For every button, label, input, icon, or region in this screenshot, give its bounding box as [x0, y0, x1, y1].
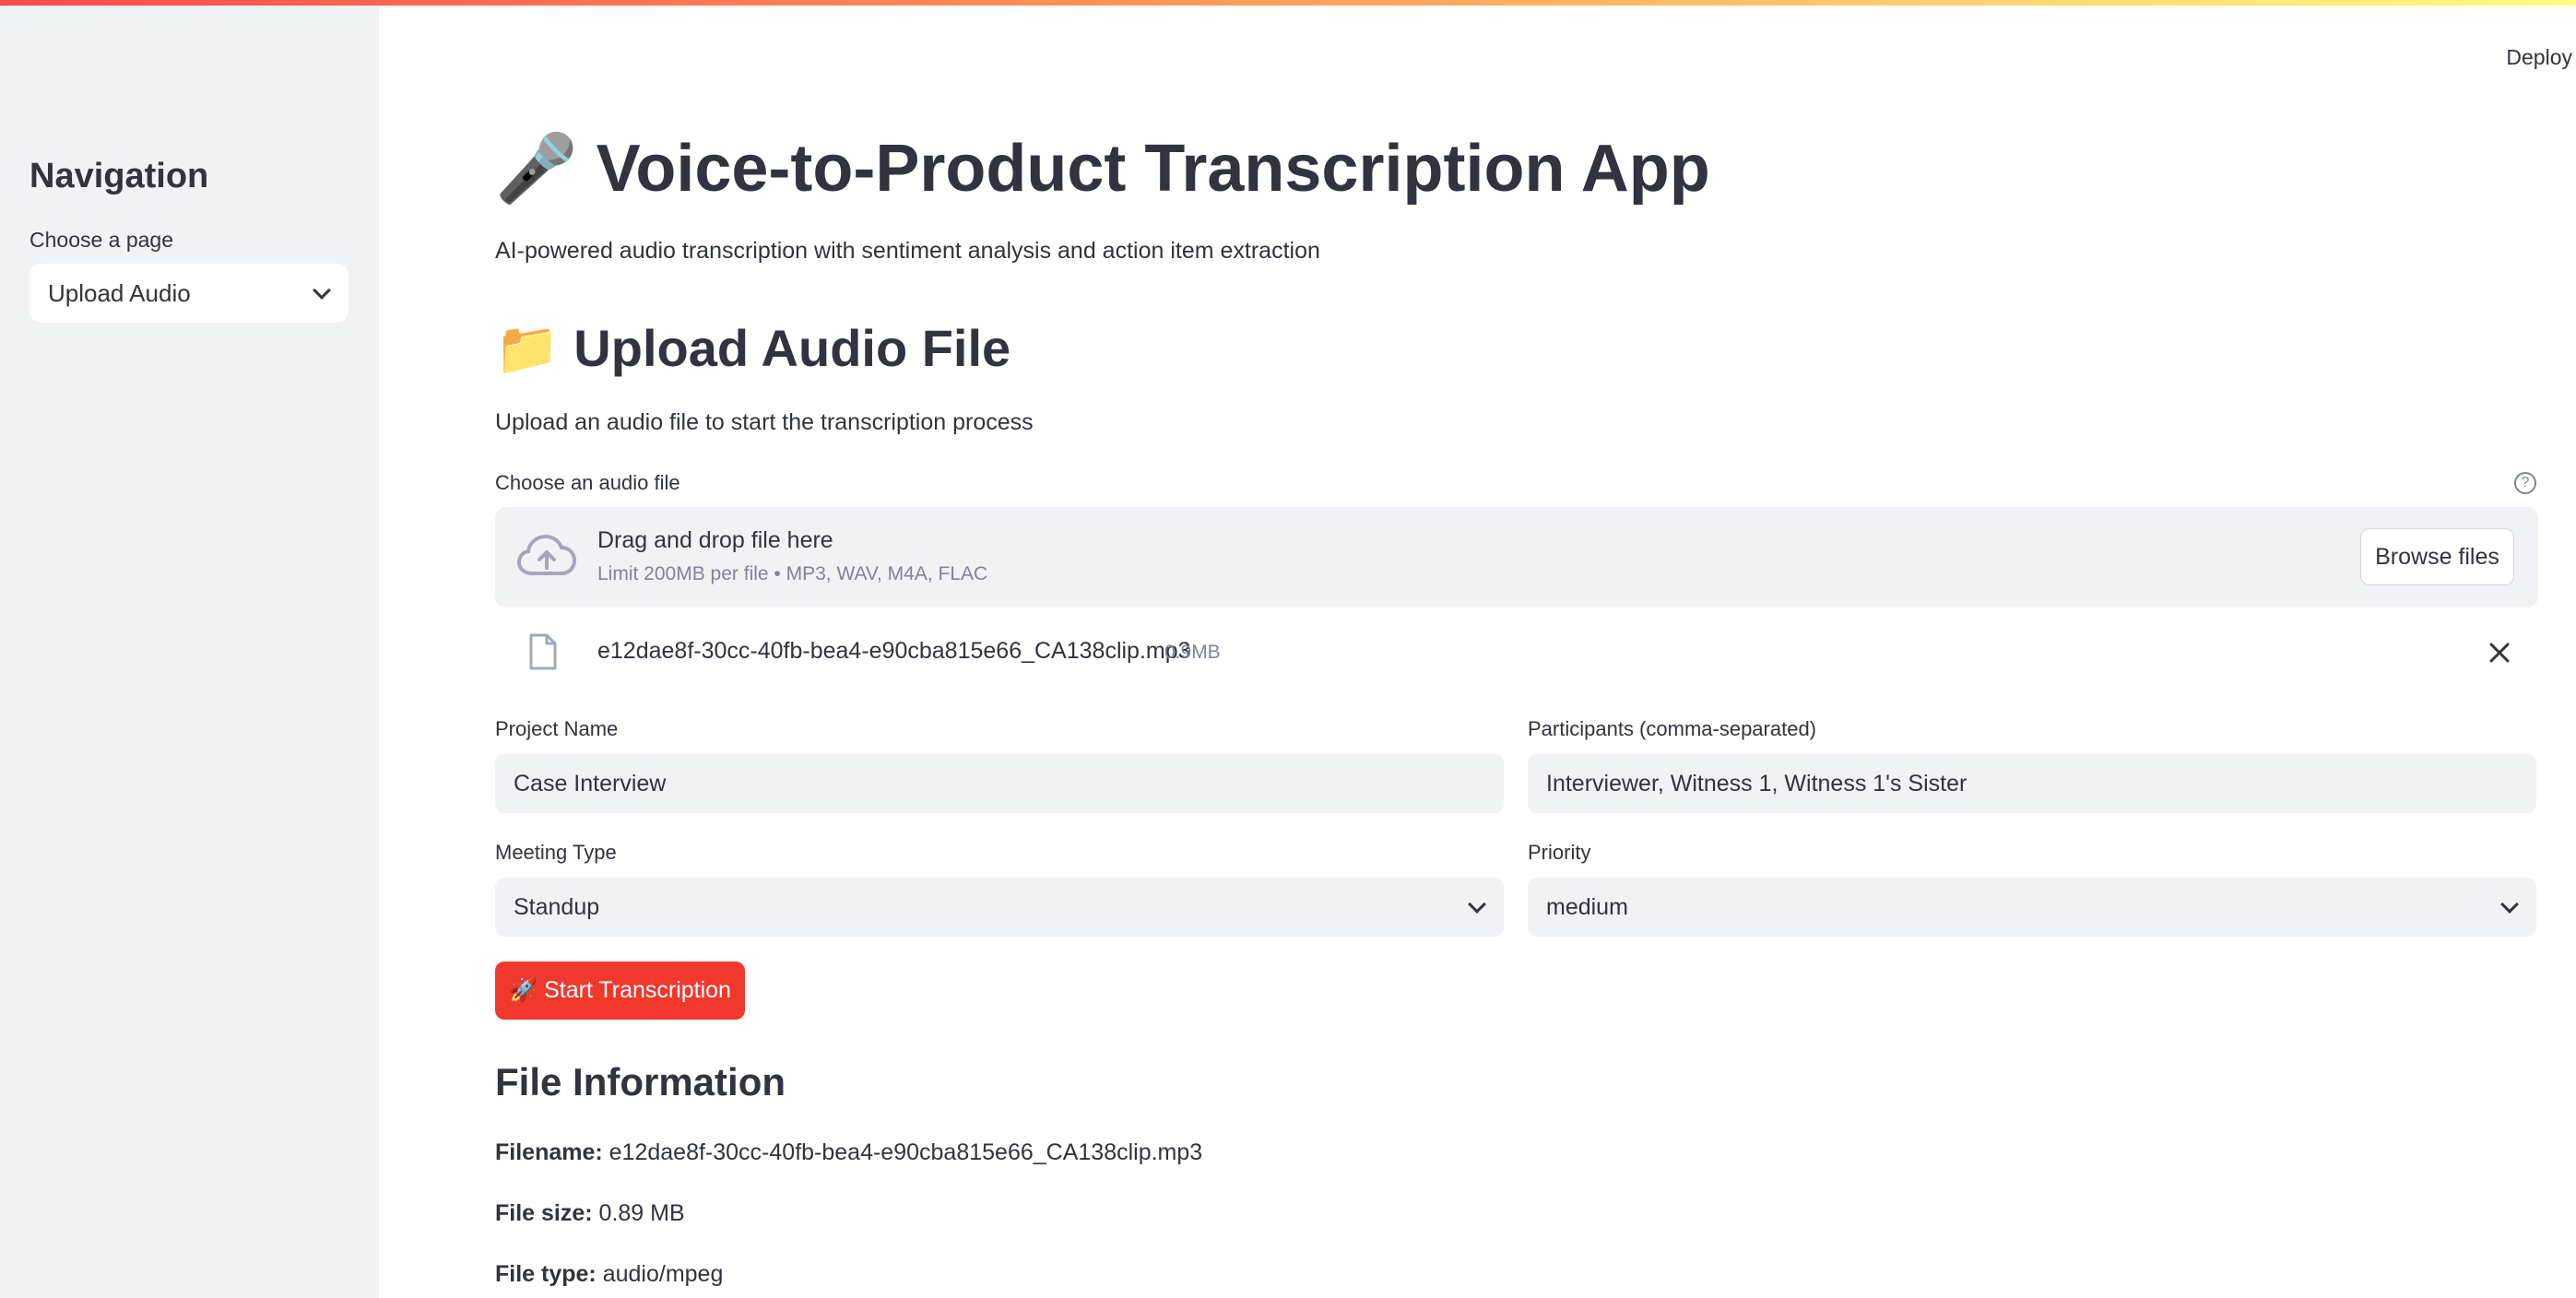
file-dropzone[interactable]: Drag and drop file here Limit 200MB per … [495, 507, 2538, 608]
filesize-info: File size: 0.89 MB [495, 1200, 685, 1227]
meeting-type-value: Standup [514, 893, 600, 920]
uploaded-file-name: e12dae8f-30cc-40fb-bea4-e90cba815e66_CA1… [597, 638, 1191, 664]
filesize-value: 0.89 MB [598, 1200, 685, 1226]
priority-select[interactable]: medium [1528, 878, 2536, 937]
participants-input[interactable]: Interviewer, Witness 1, Witness 1's Sist… [1528, 754, 2536, 813]
sidebar: Navigation Choose a page Upload Audio [0, 0, 379, 1298]
filetype-value: audio/mpeg [602, 1261, 724, 1287]
chevron-down-icon [2500, 895, 2519, 914]
dropzone-limit: Limit 200MB per file • MP3, WAV, M4A, FL… [597, 563, 988, 584]
filesize-label: File size: [495, 1200, 593, 1226]
uploaded-file-size: 0.9MB [1164, 642, 1221, 663]
page-title-text: Voice-to-Product Transcription App [596, 132, 1710, 206]
start-transcription-button[interactable]: 🚀 Start Transcription [495, 962, 745, 1020]
project-name-input[interactable]: Case Interview [495, 754, 1504, 813]
project-name-label: Project Name [495, 717, 619, 740]
chevron-down-icon [313, 281, 331, 300]
priority-label: Priority [1528, 841, 1591, 864]
meeting-type-label: Meeting Type [495, 841, 617, 864]
meeting-type-select[interactable]: Standup [495, 878, 1504, 937]
microphone-icon: 🎤 [495, 132, 578, 206]
upload-description: Upload an audio file to start the transc… [495, 409, 1034, 435]
upload-heading-text: Upload Audio File [573, 319, 1011, 377]
uploader-label: Choose an audio file [495, 471, 680, 494]
file-information-heading: File Information [495, 1060, 786, 1103]
page-title: 🎤 Voice-to-Product Transcription App [495, 129, 1710, 207]
filename-info: Filename: e12dae8f-30cc-40fb-bea4-e90cba… [495, 1139, 1202, 1166]
filetype-label: File type: [495, 1261, 597, 1287]
header-decoration-bar [0, 0, 2576, 6]
browse-files-button[interactable]: Browse files [2360, 528, 2514, 585]
page-subtitle: AI-powered audio transcription with sent… [495, 238, 1320, 264]
dropzone-title: Drag and drop file here [597, 527, 833, 553]
folder-icon: 📁 [495, 319, 560, 377]
page-select-value: Upload Audio [48, 278, 191, 307]
priority-value: medium [1546, 893, 1628, 920]
sidebar-title: Navigation [30, 157, 209, 195]
uploaded-file-row: e12dae8f-30cc-40fb-bea4-e90cba815e66_CA1… [495, 627, 2538, 682]
participants-label: Participants (comma-separated) [1528, 717, 1817, 740]
filename-value: e12dae8f-30cc-40fb-bea4-e90cba815e66_CA1… [609, 1139, 1203, 1165]
chevron-down-icon [1468, 895, 1486, 914]
close-icon[interactable] [2487, 640, 2512, 666]
file-icon [529, 633, 557, 670]
question-circle-icon[interactable]: ? [2514, 472, 2536, 494]
page-select-label: Choose a page [30, 228, 174, 252]
cloud-upload-icon [517, 535, 576, 575]
deploy-button[interactable]: Deploy [2506, 45, 2572, 70]
filename-label: Filename: [495, 1139, 603, 1165]
filetype-info: File type: audio/mpeg [495, 1261, 723, 1288]
page-select[interactable]: Upload Audio [30, 264, 349, 323]
upload-heading: 📁 Upload Audio File [495, 318, 1010, 379]
